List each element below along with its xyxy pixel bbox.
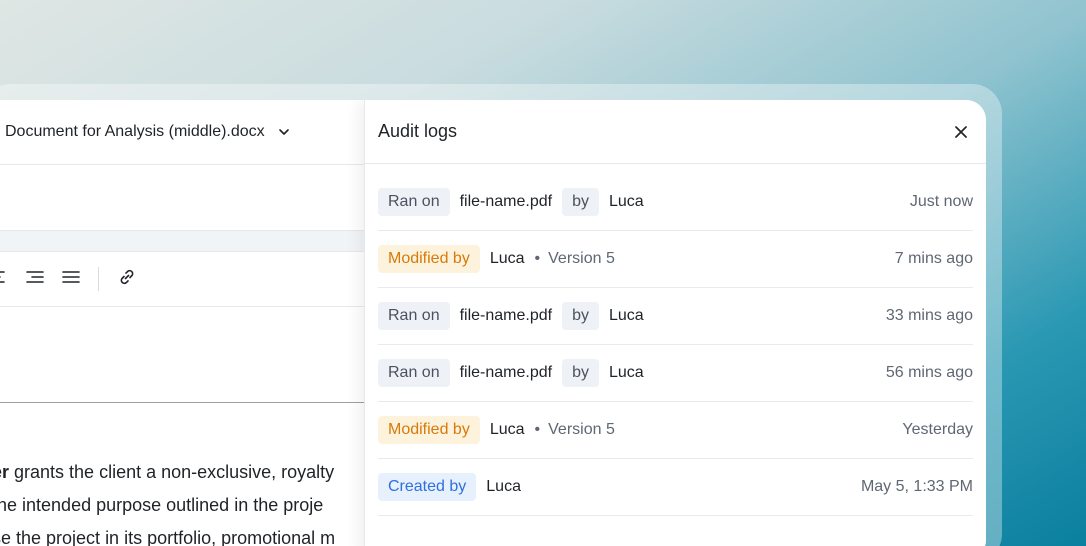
log-row[interactable]: Ran on file-name.pdf by Luca 56 mins ago: [378, 345, 973, 402]
timestamp: May 5, 1:33 PM: [860, 478, 973, 495]
timestamp: 56 mins ago: [885, 364, 973, 381]
close-icon[interactable]: [950, 121, 972, 143]
toolbar-divider: [98, 267, 99, 291]
action-chip: Created by: [378, 473, 477, 501]
log-row[interactable]: Created by Luca May 5, 1:33 PM: [378, 459, 973, 516]
separator-dot: •: [534, 250, 541, 267]
version-label: Version 5: [548, 250, 615, 267]
document-body[interactable]: er grants the client a non-exclusive, ro…: [0, 403, 376, 546]
action-chip: Modified by: [378, 416, 480, 444]
log-row[interactable]: Modified by Luca • Version 5 Yesterday: [378, 402, 973, 459]
user-name: Luca: [609, 307, 644, 324]
by-chip: by: [562, 187, 599, 216]
chevron-down-icon[interactable]: [277, 125, 291, 139]
ribbon-strip: [0, 231, 364, 251]
by-chip: by: [562, 359, 599, 387]
page-header-space: [0, 307, 364, 403]
ribbon-area: [0, 165, 364, 231]
action-chip: Ran on: [378, 302, 450, 330]
document-title: Document for Analysis (middle).docx: [5, 123, 265, 140]
timestamp: Yesterday: [902, 421, 973, 438]
document-line: se the project in its portfolio, promoti…: [0, 528, 336, 546]
document-editor: Document for Analysis (middle).docx e: [0, 100, 364, 546]
action-chip: Modified by: [378, 245, 480, 273]
document-title-bar[interactable]: Document for Analysis (middle).docx: [0, 100, 364, 165]
user-name: Luca: [609, 364, 644, 381]
version-label: Version 5: [548, 421, 615, 438]
action-chip: Ran on: [378, 359, 450, 387]
log-row[interactable]: Modified by Luca • Version 5 7 mins ago: [378, 231, 973, 288]
align-right-icon[interactable]: [26, 269, 44, 290]
timestamp: Just now: [909, 192, 973, 210]
file-name: file-name.pdf: [459, 307, 553, 324]
timestamp: 33 mins ago: [885, 307, 973, 324]
file-name: file-name.pdf: [459, 192, 553, 210]
user-name: Luca: [489, 250, 525, 267]
log-row[interactable]: Ran on file-name.pdf by Luca 33 mins ago: [378, 288, 973, 345]
by-chip: by: [562, 302, 599, 330]
align-left-icon[interactable]: [0, 269, 8, 290]
user-name: Luca: [486, 478, 521, 495]
document-line: the intended purpose outlined in the pro…: [0, 495, 324, 515]
link-icon[interactable]: [117, 267, 137, 292]
log-row[interactable]: Ran on file-name.pdf by Luca Just now: [378, 164, 973, 231]
panel-header: Audit logs: [365, 100, 986, 164]
file-name: file-name.pdf: [459, 364, 553, 381]
app-window: Document for Analysis (middle).docx e: [0, 100, 986, 546]
align-justify-icon[interactable]: [62, 269, 80, 290]
panel-title: Audit logs: [378, 121, 458, 141]
document-line: er grants the client a non-exclusive, ro…: [0, 462, 335, 482]
user-name: Luca: [609, 192, 644, 210]
action-chip: Ran on: [378, 187, 450, 216]
audit-log-list: Ran on file-name.pdf by Luca Just now Mo…: [365, 164, 986, 516]
audit-logs-panel: Audit logs Ran on file-name.pdf by Luca …: [364, 100, 986, 546]
separator-dot: •: [534, 421, 541, 438]
formatting-toolbar: [0, 251, 364, 307]
user-name: Luca: [489, 421, 525, 438]
timestamp: 7 mins ago: [894, 250, 973, 267]
